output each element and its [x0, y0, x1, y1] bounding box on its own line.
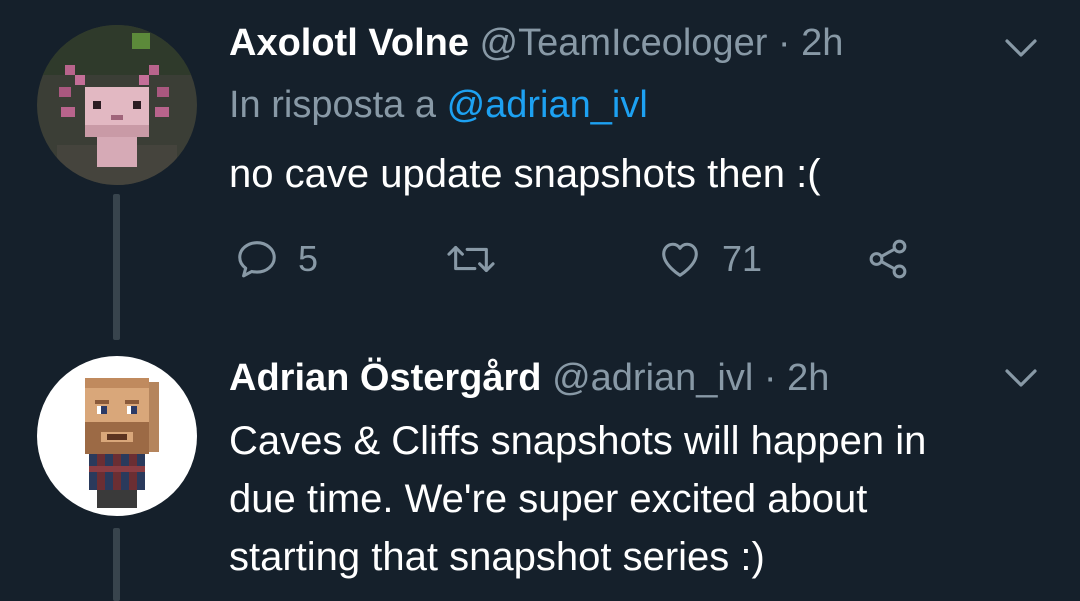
like-button[interactable]: 71	[656, 236, 762, 282]
reply-button[interactable]: 5	[234, 236, 318, 282]
separator-dot: ·	[767, 22, 802, 64]
tweet-text-line: due time. We're super excited about	[229, 477, 868, 521]
thread-connector-line	[113, 194, 120, 340]
user-handle[interactable]: @TeamIceologer	[480, 22, 768, 64]
reply-icon	[238, 241, 276, 278]
heart-icon	[662, 242, 698, 277]
tweet-text: no cave update snapshots then :(	[229, 152, 821, 196]
user-handle[interactable]: @adrian_ivl	[552, 357, 753, 399]
tweet-text: Caves & Cliffs snapshots will happen in …	[229, 412, 926, 586]
retweet-button[interactable]	[446, 236, 514, 282]
share-icon	[869, 239, 907, 279]
retweet-icon	[447, 245, 495, 273]
thread-connector-line	[113, 528, 120, 601]
axolotl-avatar-icon[interactable]	[37, 25, 197, 185]
separator-dot: ·	[753, 357, 788, 399]
tweet-header: Adrian Östergård @adrian_ivl · 2h	[229, 355, 829, 401]
minecraft-character-avatar-icon[interactable]	[37, 356, 197, 516]
display-name[interactable]: Adrian Östergård	[229, 357, 542, 399]
display-name[interactable]: Axolotl Volne	[229, 22, 469, 64]
tweet-thread: Axolotl Volne @TeamIceologer · 2h In ris…	[0, 0, 1080, 601]
reply-count: 5	[298, 238, 319, 279]
reply-to-handle[interactable]: @adrian_ivl	[447, 84, 648, 126]
share-button[interactable]	[864, 236, 912, 282]
chevron-down-icon[interactable]	[1000, 356, 1042, 398]
timestamp[interactable]: 2h	[801, 22, 843, 64]
tweet-header: Axolotl Volne @TeamIceologer · 2h	[229, 20, 843, 66]
chevron-down-icon[interactable]	[1000, 26, 1042, 68]
tweet-text-line: starting that snapshot series :)	[229, 535, 765, 579]
reply-prefix: In risposta a	[229, 84, 447, 126]
tweet-text-line: Caves & Cliffs snapshots will happen in	[229, 419, 927, 463]
reply-context: In risposta a @adrian_ivl	[229, 82, 648, 128]
timestamp[interactable]: 2h	[787, 357, 829, 399]
like-count: 71	[722, 238, 763, 279]
